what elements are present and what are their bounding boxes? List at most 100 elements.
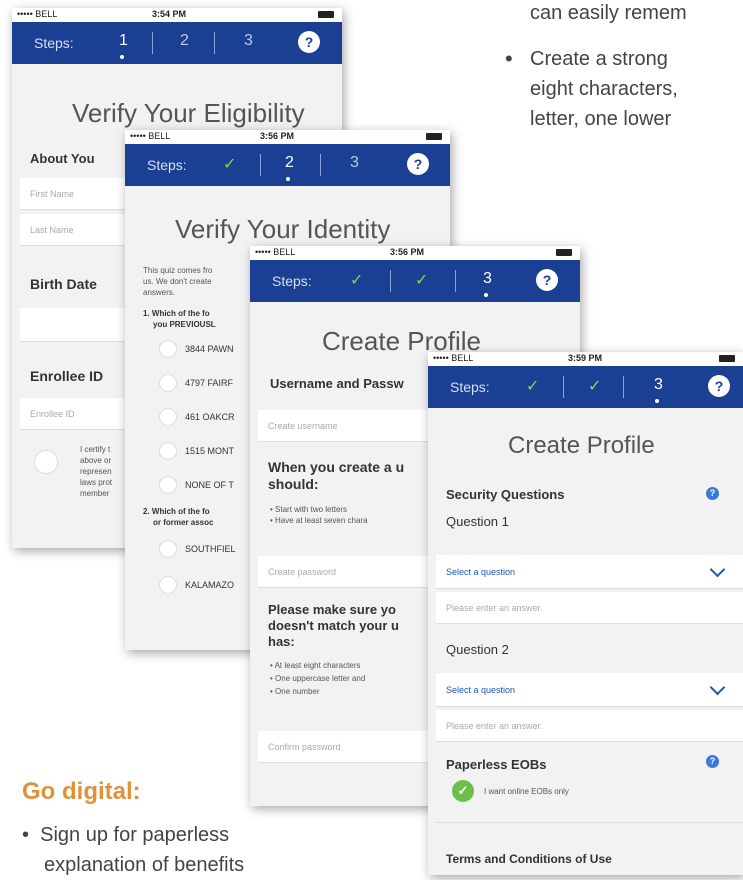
step-3[interactable]: 3 bbox=[244, 32, 253, 50]
please-make-sure-heading: has: bbox=[268, 634, 295, 649]
status-bar: ••••• BELL 3:54 PM bbox=[12, 8, 342, 22]
password-rule: • At least eight characters bbox=[270, 661, 361, 670]
when-create-heading: should: bbox=[268, 476, 319, 492]
certify-line: laws prot bbox=[80, 478, 113, 487]
current-step-dot bbox=[120, 55, 124, 59]
paperless-eobs-heading: Paperless EOBs bbox=[446, 757, 547, 772]
top-text-line: Create a strong bbox=[530, 48, 668, 70]
steps-bar: Steps: ✓ ✓ 3 ? bbox=[428, 366, 743, 408]
go-digital-heading: Go digital: bbox=[22, 778, 141, 805]
info-icon[interactable]: ? bbox=[706, 755, 719, 768]
divider bbox=[152, 32, 153, 54]
question-2-text: 2. Which of the fo bbox=[143, 507, 210, 516]
status-time: 3:56 PM bbox=[260, 131, 295, 141]
top-text-line: eight characters, bbox=[530, 78, 678, 100]
current-step-dot bbox=[286, 177, 290, 181]
question-1-text: 1. Which of the fo bbox=[143, 309, 210, 318]
certify-line: above or bbox=[80, 456, 112, 465]
step-2-check-icon[interactable]: ✓ bbox=[588, 376, 601, 396]
answer-option[interactable]: 461 OAKCR bbox=[185, 412, 235, 422]
steps-label: Steps: bbox=[450, 379, 490, 395]
help-icon[interactable]: ? bbox=[708, 375, 730, 397]
radio-option[interactable] bbox=[159, 374, 177, 392]
certify-line: member bbox=[80, 489, 110, 498]
radio-option[interactable] bbox=[159, 540, 177, 558]
step-2-check-icon[interactable]: ✓ bbox=[415, 270, 428, 290]
online-eobs-check-icon[interactable]: ✓ bbox=[452, 780, 474, 802]
step-2[interactable]: 2 bbox=[180, 32, 189, 50]
terms-link[interactable]: Terms and Conditions of Use bbox=[446, 852, 612, 866]
status-time: 3:59 PM bbox=[568, 353, 603, 363]
please-make-sure-heading: Please make sure yo bbox=[268, 602, 396, 617]
divider bbox=[260, 154, 261, 176]
step-2[interactable]: 2 bbox=[285, 154, 294, 172]
answer-1-input[interactable]: Please enter an answer. bbox=[436, 592, 743, 624]
steps-bar: Steps: ✓ 2 3 ? bbox=[125, 144, 450, 186]
online-eobs-label: I want online EOBs only bbox=[484, 787, 569, 796]
step-1[interactable]: 1 bbox=[119, 32, 128, 50]
step-1-check-icon[interactable]: ✓ bbox=[223, 154, 236, 174]
answer-option[interactable]: 4797 FAIRF bbox=[185, 378, 233, 388]
question-2-select[interactable]: Select a question bbox=[436, 673, 743, 707]
status-bar: ••••• BELL 3:59 PM bbox=[428, 352, 743, 366]
radio-option[interactable] bbox=[159, 340, 177, 358]
answer-option[interactable]: 3844 PAWN bbox=[185, 344, 234, 354]
divider bbox=[214, 32, 215, 54]
help-icon[interactable]: ? bbox=[536, 269, 558, 291]
answer-option[interactable]: KALAMAZO bbox=[185, 580, 234, 590]
carrier: ••••• BELL bbox=[433, 353, 474, 363]
intro-line: This quiz comes fro bbox=[143, 266, 213, 275]
help-icon[interactable]: ? bbox=[298, 31, 320, 53]
bullet: • bbox=[22, 824, 30, 846]
step-1-check-icon[interactable]: ✓ bbox=[526, 376, 539, 396]
enrollee-id-heading: Enrollee ID bbox=[30, 368, 104, 384]
question-1-label: Question 1 bbox=[446, 514, 509, 529]
password-rule-text: One uppercase letter and bbox=[275, 674, 366, 683]
divider bbox=[320, 154, 321, 176]
status-time: 3:56 PM bbox=[390, 247, 425, 257]
password-rule: • One uppercase letter and bbox=[270, 674, 366, 683]
help-icon[interactable]: ? bbox=[407, 153, 429, 175]
battery-icon bbox=[426, 133, 442, 140]
security-questions-heading: Security Questions bbox=[446, 487, 565, 502]
answer-2-input[interactable]: Please enter an answer. bbox=[436, 710, 743, 742]
username-rule: • Start with two letters bbox=[270, 505, 348, 514]
battery-icon bbox=[556, 249, 572, 256]
step-3[interactable]: 3 bbox=[654, 376, 663, 394]
answer-option[interactable]: NONE OF T bbox=[185, 480, 234, 490]
question-1-select[interactable]: Select a question bbox=[436, 555, 743, 589]
current-step-dot bbox=[484, 293, 488, 297]
battery-icon bbox=[719, 355, 735, 362]
step-3[interactable]: 3 bbox=[483, 270, 492, 288]
phone-create-profile-security: ••••• BELL 3:59 PM Steps: ✓ ✓ 3 ? Create… bbox=[428, 352, 743, 875]
bottom-line-text: Sign up for paperless bbox=[40, 824, 230, 846]
radio-option[interactable] bbox=[159, 408, 177, 426]
page-title: Verify Your Identity bbox=[175, 214, 391, 244]
info-icon[interactable]: ? bbox=[706, 487, 719, 500]
answer-option[interactable]: SOUTHFIEL bbox=[185, 544, 236, 554]
password-rule: • One number bbox=[270, 687, 320, 696]
steps-bar: Steps: 1 2 3 ? bbox=[12, 22, 342, 64]
carrier: ••••• BELL bbox=[130, 131, 171, 141]
battery-icon bbox=[318, 11, 334, 18]
username-rule: • Have at least seven chara bbox=[270, 516, 368, 525]
page-title: Verify Your Eligibility bbox=[72, 98, 305, 128]
certify-checkbox[interactable] bbox=[34, 450, 58, 474]
bottom-line-text: explanation of benefits bbox=[44, 854, 245, 876]
when-create-heading: When you create a u bbox=[268, 459, 405, 475]
divider bbox=[563, 376, 564, 398]
step-3[interactable]: 3 bbox=[350, 154, 359, 172]
username-rule-text: Have at least seven chara bbox=[275, 516, 368, 525]
step-1-check-icon[interactable]: ✓ bbox=[350, 270, 363, 290]
question-1-text: you PREVIOUSL bbox=[153, 320, 216, 329]
steps-label: Steps: bbox=[34, 35, 74, 51]
divider bbox=[455, 270, 456, 292]
answer-option[interactable]: 1515 MONT bbox=[185, 446, 234, 456]
radio-option[interactable] bbox=[159, 442, 177, 460]
steps-bar: Steps: ✓ ✓ 3 ? bbox=[250, 260, 580, 302]
status-time: 3:54 PM bbox=[152, 9, 187, 19]
radio-option[interactable] bbox=[159, 576, 177, 594]
radio-option[interactable] bbox=[159, 476, 177, 494]
certify-line: I certify t bbox=[80, 445, 111, 454]
current-step-dot bbox=[655, 399, 659, 403]
